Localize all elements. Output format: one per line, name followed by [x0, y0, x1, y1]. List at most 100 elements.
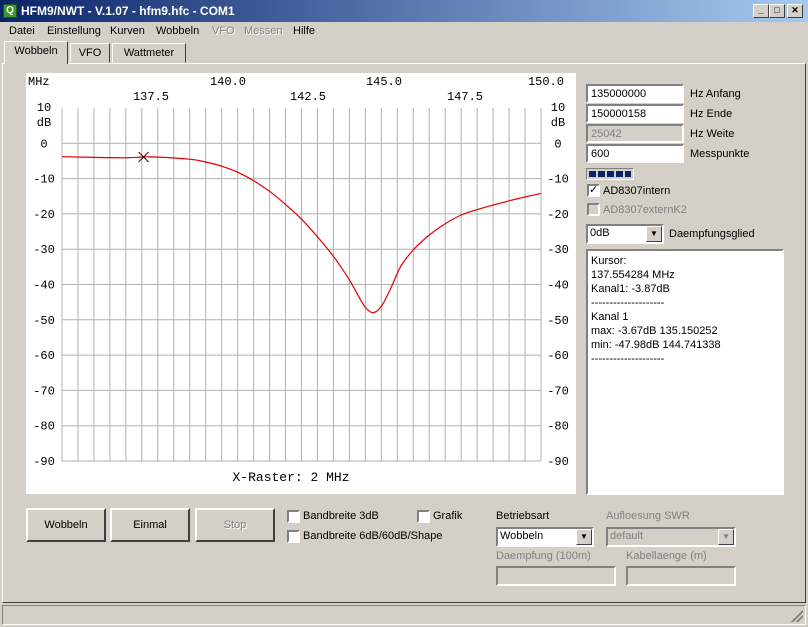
tab-wobbeln[interactable]: Wobbeln [4, 41, 68, 64]
db-top-left: 10 [37, 101, 51, 115]
check-icon: ✓ [589, 184, 599, 196]
hz-ende-label: Hz Ende [690, 108, 733, 120]
daempfungsglied-select[interactable]: 0dB ▼ [586, 224, 664, 244]
hz-weite-label: Hz Weite [690, 128, 735, 140]
aufloesung-swr-select: default ▼ [606, 527, 736, 547]
ad8307-extern-checkbox [587, 203, 600, 216]
bandbreite-3db-checkbox[interactable] [287, 510, 300, 523]
tab-wattmeter[interactable]: Wattmeter [112, 43, 186, 63]
maximize-icon: □ [774, 5, 780, 15]
y-tick-right: -40 [547, 279, 569, 293]
chevron-down-icon[interactable]: ▼ [646, 226, 662, 242]
hz-ende-input[interactable]: 150000158 [586, 104, 684, 123]
y-tick-left: -60 [33, 349, 55, 363]
daempfungsglied-value: 0dB [590, 227, 610, 239]
y-tick-left: -40 [33, 279, 55, 293]
freq-unit-label: MHz [28, 75, 50, 89]
bandbreite-shape-checkbox[interactable] [287, 530, 300, 543]
grafik-label: Grafik [433, 510, 463, 522]
menu-bar: Datei Einstellung Kurven Wobbeln VFO Mes… [0, 22, 808, 41]
sweep-graph[interactable]: MHz 140.0 145.0 150.0 137.5 142.5 147.5 … [26, 73, 576, 494]
info-line: Kanal1: -3.87dB [591, 283, 670, 295]
chevron-down-icon[interactable]: ▼ [576, 529, 592, 545]
daempfungsglied-label: Daempfungsglied [669, 228, 755, 240]
measurement-info-box[interactable]: Kursor: 137.554284 MHz Kanal1: -3.87dB -… [586, 249, 784, 495]
y-tick-right: 0 [554, 137, 561, 151]
wobbeln-button[interactable]: Wobbeln [26, 508, 106, 542]
info-line: -------------------- [591, 353, 665, 365]
tab-vfo[interactable]: VFO [70, 43, 110, 63]
status-bar [2, 605, 806, 625]
sweep-progress-bar [586, 168, 634, 180]
top-tick-150: 150.0 [528, 75, 564, 89]
close-icon: ✕ [791, 5, 799, 15]
info-line: max: -3.67dB 135.150252 [591, 325, 718, 337]
top-tick-140: 140.0 [210, 75, 246, 89]
y-tick-left: -10 [33, 173, 55, 187]
menu-kurven[interactable]: Kurven [110, 25, 145, 37]
db-top-right: 10 [551, 101, 565, 115]
ad8307-extern-label: AD8307externK2 [603, 204, 687, 216]
y-tick-right: -30 [547, 243, 569, 257]
menu-vfo[interactable]: VFO [212, 25, 235, 37]
y-tick-left: -80 [33, 420, 55, 434]
close-button[interactable]: ✕ [787, 4, 803, 18]
y-tick-right: -20 [547, 208, 569, 222]
raster-label: X-Raster: 2 MHz [232, 470, 349, 485]
top-tick-142-5: 142.5 [290, 90, 326, 104]
betriebsart-select[interactable]: Wobbeln ▼ [496, 527, 594, 547]
betriebsart-value: Wobbeln [500, 530, 544, 542]
y-tick-right: -90 [547, 455, 569, 469]
top-tick-147-5: 147.5 [447, 90, 483, 104]
graph-grid [61, 108, 542, 462]
minimize-button[interactable]: _ [753, 4, 769, 18]
ad8307-intern-checkbox[interactable]: ✓ [587, 184, 600, 197]
y-tick-left: -50 [33, 314, 55, 328]
info-line: 137.554284 MHz [591, 269, 675, 281]
y-tick-right: -70 [547, 384, 569, 398]
messpunkte-input[interactable]: 600 [586, 144, 684, 163]
y-tick-right: -60 [547, 349, 569, 363]
menu-wobbeln[interactable]: Wobbeln [156, 25, 199, 37]
db-unit-left: dB [37, 116, 51, 130]
menu-messen[interactable]: Messen [244, 25, 283, 37]
menu-datei[interactable]: Datei [9, 25, 35, 37]
y-tick-left: -30 [33, 243, 55, 257]
stop-button: Stop [195, 508, 275, 542]
resize-grip-icon[interactable] [791, 610, 803, 622]
title-bar: Q HFM9/NWT - V.1.07 - hfm9.hfc - COM1 _ … [0, 0, 808, 22]
menu-hilfe[interactable]: Hilfe [293, 25, 315, 37]
aufloesung-swr-value: default [610, 530, 644, 542]
app-icon[interactable]: Q [3, 4, 17, 18]
kabellaenge-input [626, 566, 736, 586]
y-tick-right: -80 [547, 420, 569, 434]
db-unit-right: dB [551, 116, 565, 130]
einmal-button[interactable]: Einmal [110, 508, 190, 542]
y-tick-right: -50 [547, 314, 569, 328]
y-tick-left: -70 [33, 384, 55, 398]
progress-fill [589, 171, 631, 177]
hz-weite-input: 25042 [586, 124, 684, 143]
info-line: -------------------- [591, 297, 665, 309]
y-tick-left: -90 [33, 455, 55, 469]
maximize-button[interactable]: □ [769, 4, 785, 18]
window-title: HFM9/NWT - V.1.07 - hfm9.hfc - COM1 [21, 4, 235, 18]
top-tick-137-5: 137.5 [133, 90, 169, 104]
kabellaenge-label: Kabellaenge (m) [626, 550, 707, 562]
chevron-down-icon: ▼ [718, 529, 734, 545]
aufloesung-swr-label: Aufloesung SWR [606, 510, 690, 522]
y-tick-left: -20 [33, 208, 55, 222]
minimize-icon: _ [758, 5, 764, 15]
info-line: Kanal 1 [591, 311, 629, 323]
grafik-checkbox[interactable] [417, 510, 430, 523]
top-tick-145: 145.0 [366, 75, 402, 89]
hz-anfang-label: Hz Anfang [690, 88, 741, 100]
menu-einstellung[interactable]: Einstellung [47, 25, 101, 37]
messpunkte-label: Messpunkte [690, 148, 750, 160]
hz-anfang-input[interactable]: 135000000 [586, 84, 684, 103]
betriebsart-label: Betriebsart [496, 510, 550, 522]
y-tick-right: -10 [547, 173, 569, 187]
daempfung-100m-input [496, 566, 616, 586]
bandbreite-shape-label: Bandbreite 6dB/60dB/Shape [303, 530, 443, 542]
info-line: min: -47.98dB 144.741338 [591, 339, 721, 351]
